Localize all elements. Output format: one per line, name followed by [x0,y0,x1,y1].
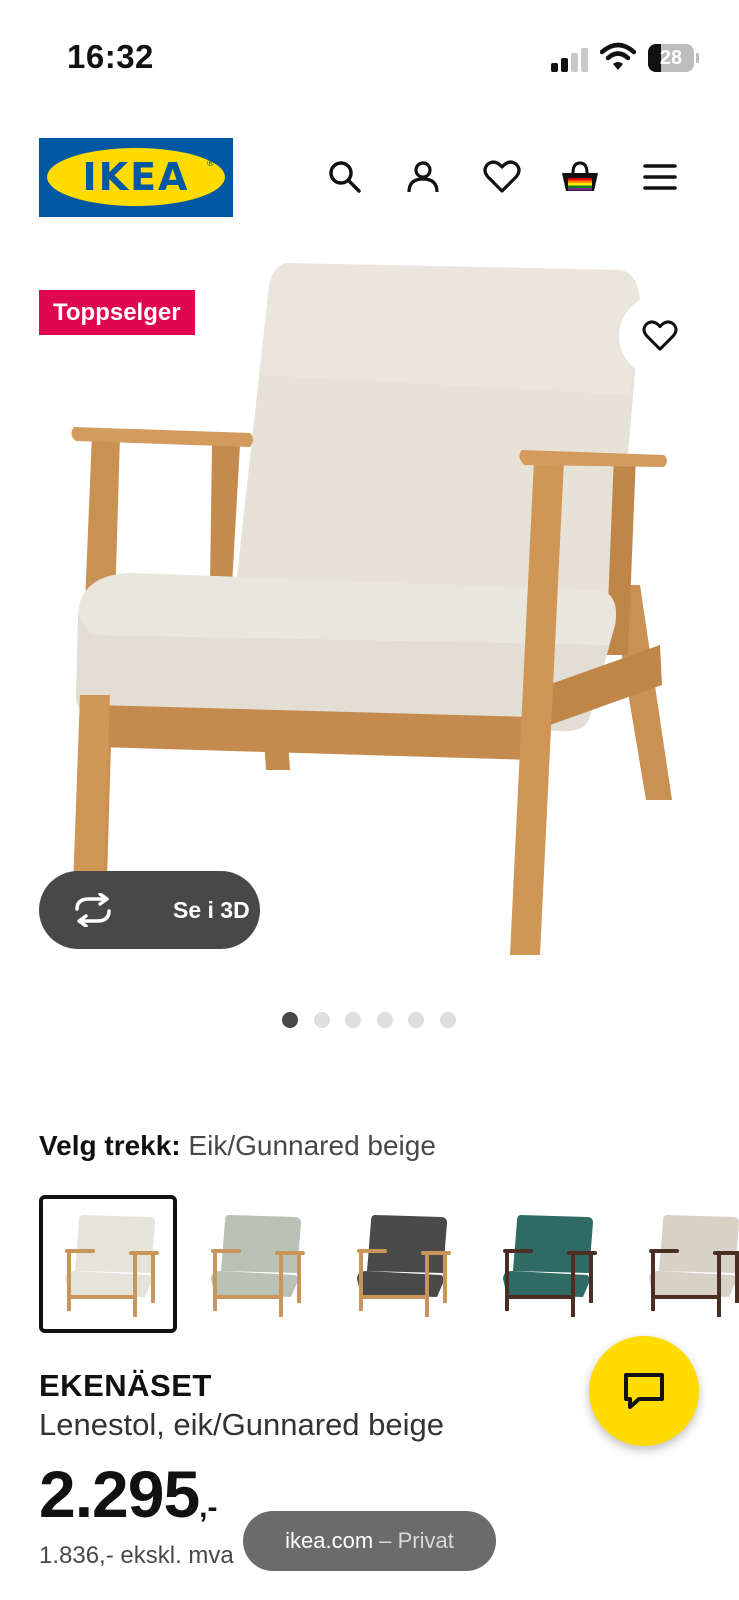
gallery-dot[interactable] [408,1012,424,1028]
menu-icon[interactable] [638,155,682,199]
top-seller-badge: Toppselger [39,290,195,335]
product-name: EKENÄSET [39,1368,212,1403]
view-in-3d-button[interactable]: Se i 3D [39,871,260,949]
gallery-dot[interactable] [439,1012,456,1028]
variant-swatch[interactable] [331,1195,469,1333]
product-description: Lenestol, eik/Gunnared beige [39,1407,445,1442]
variant-swatch[interactable] [477,1195,615,1333]
basket-icon[interactable] [558,155,602,199]
ikea-logo[interactable]: IKEA ® [39,138,233,217]
chat-icon [624,1373,664,1409]
logo-text: IKEA [82,155,190,199]
variant-selection-label: Velg trekk: Eik/Gunnared beige [39,1130,436,1162]
wifi-icon [599,42,637,72]
search-icon[interactable] [323,155,367,199]
battery-icon: 28 [648,44,699,72]
gallery-pagination[interactable] [282,1012,462,1028]
variant-swatch[interactable] [39,1195,177,1333]
heart-outline-icon [642,320,678,351]
account-icon[interactable] [401,155,445,199]
status-time: 16:32 [67,38,154,75]
url-separator: – [373,1528,398,1553]
browser-url-bar[interactable]: ikea.com – Privat [243,1511,496,1571]
heart-icon[interactable] [480,155,524,199]
price-ex-vat: 1.836,- ekskl. mva [39,1542,234,1569]
rotate-3d-icon [75,893,111,927]
product-price: 2.295,- [39,1456,218,1532]
variant-value: Eik/Gunnared beige [188,1130,436,1161]
add-to-favorites-button[interactable] [619,295,701,377]
chat-button[interactable] [589,1336,699,1446]
private-mode-label: Privat [397,1528,454,1553]
view-in-3d-label: Se i 3D [173,897,250,923]
battery-level: 28 [659,47,683,69]
variant-swatch[interactable] [623,1195,739,1333]
variant-swatch-list [39,1195,739,1335]
gallery-dot[interactable] [313,1012,330,1028]
url-domain: ikea.com [285,1528,374,1553]
price-main: 2.295 [39,1457,200,1531]
variant-label: Velg trekk: [39,1130,181,1161]
gallery-dot[interactable] [282,1012,298,1028]
price-suffix: ,- [199,1491,218,1524]
cellular-signal-icon [551,48,589,72]
gallery-dot[interactable] [376,1012,393,1028]
status-bar: 16:32 28 [0,0,739,110]
gallery-dot[interactable] [345,1012,361,1028]
variant-swatch[interactable] [185,1195,323,1333]
